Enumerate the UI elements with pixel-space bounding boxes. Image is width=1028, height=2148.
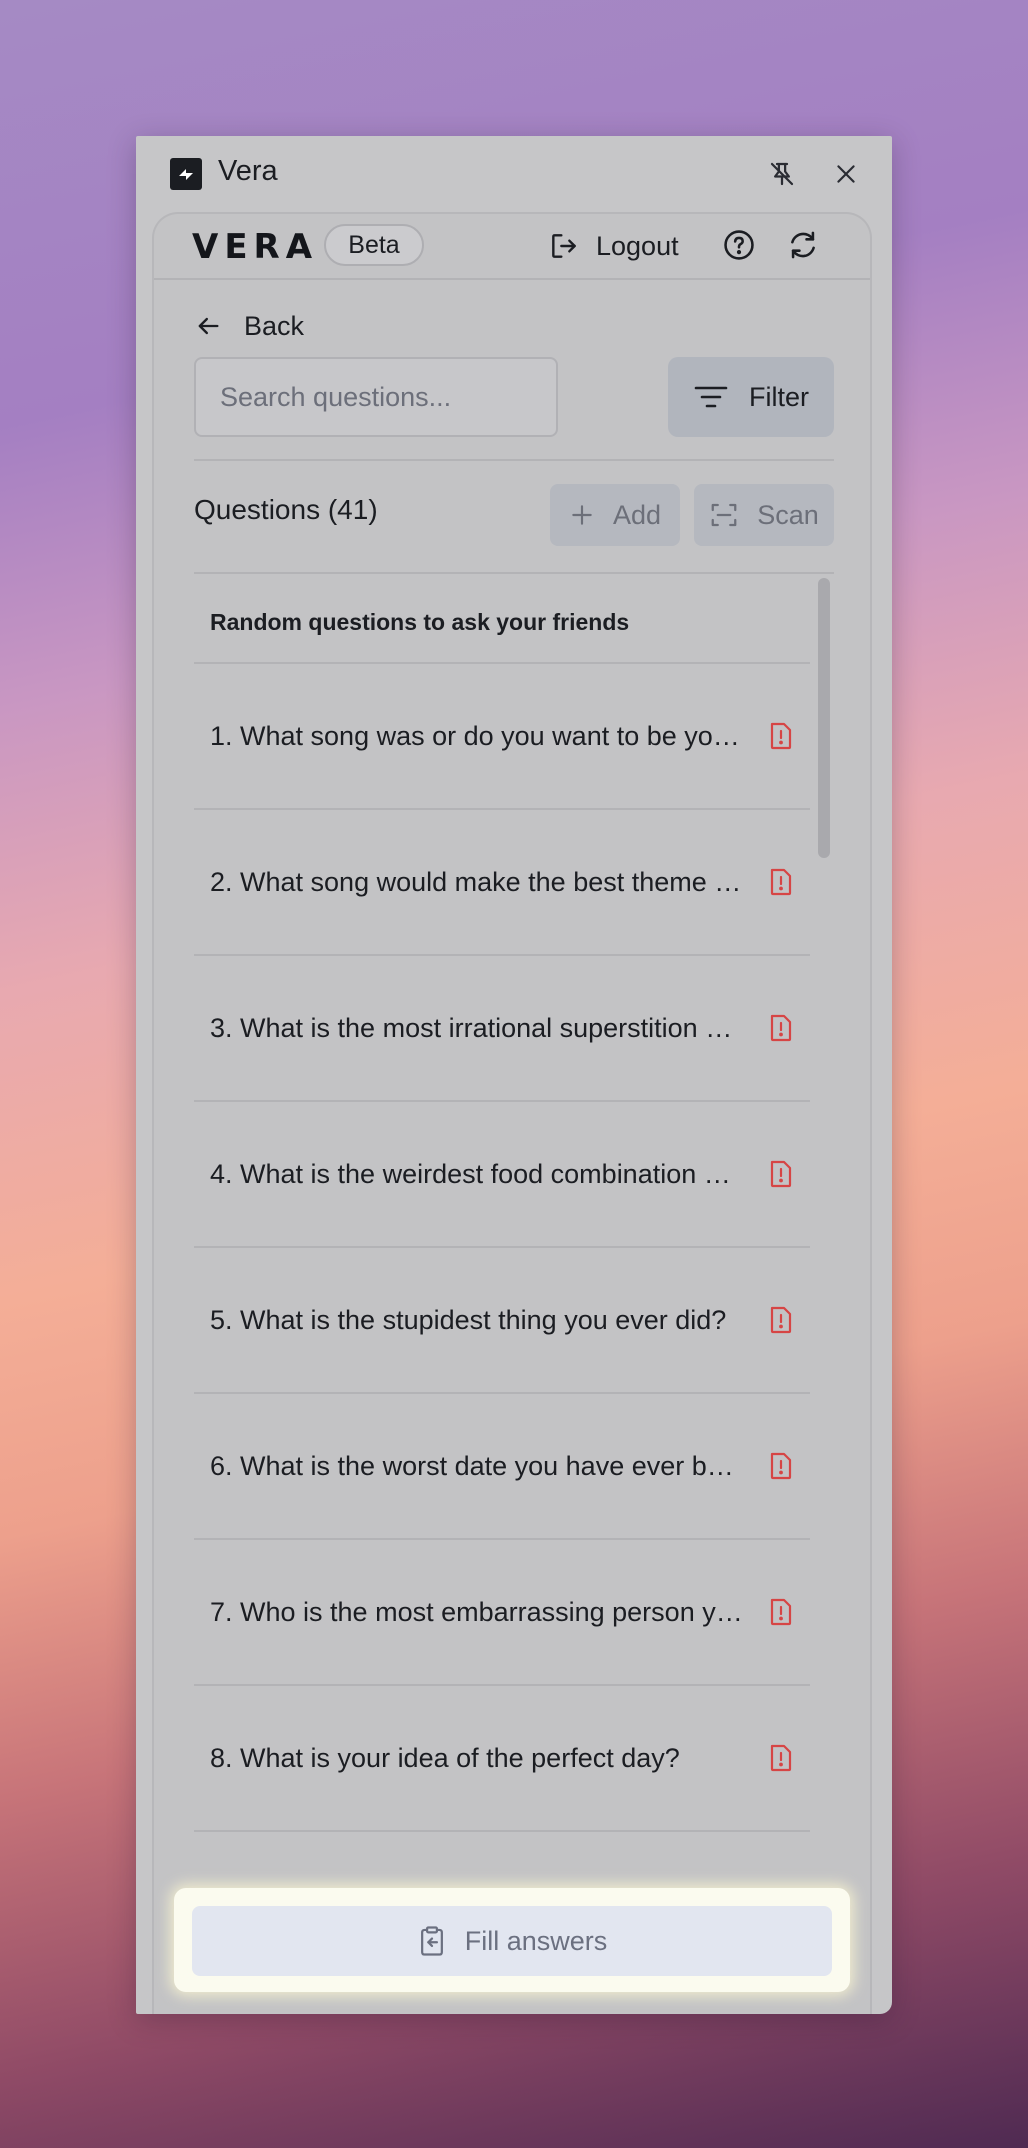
question-row[interactable]: 4. What is the weirdest food combination… — [194, 1102, 810, 1248]
unanswered-alert-icon — [764, 865, 798, 899]
window-title: Vera — [218, 155, 278, 187]
scan-label: Scan — [757, 499, 819, 530]
help-circle-icon[interactable] — [722, 228, 756, 262]
brand-logo: VERA — [192, 227, 319, 267]
clipboard-import-icon — [417, 1925, 447, 1957]
logout-button[interactable]: Logout — [548, 226, 679, 266]
beta-badge: Beta — [324, 224, 424, 266]
vera-window: Vera VERA Beta Logout Back Search questi… — [136, 136, 892, 2014]
filter-label: Filter — [749, 381, 809, 412]
unanswered-alert-icon — [764, 719, 798, 753]
question-row[interactable]: 2. What song would make the best theme m… — [194, 810, 810, 956]
question-text: 8. What is your idea of the perfect day? — [210, 1742, 680, 1773]
question-group-title: Random questions to ask your friends — [194, 574, 810, 664]
add-question-button[interactable]: Add — [550, 484, 680, 546]
scan-button[interactable]: Scan — [694, 484, 834, 546]
logout-label: Logout — [596, 230, 679, 261]
question-list: Random questions to ask your friends 1. … — [194, 574, 810, 1832]
scan-icon — [709, 500, 739, 530]
question-row[interactable]: 1. What song was or do you want to be yo… — [194, 664, 810, 810]
unanswered-alert-icon — [764, 1449, 798, 1483]
toolbar-divider — [194, 459, 834, 461]
questions-count: Questions (41) — [194, 494, 378, 525]
question-text: 1. What song was or do you want to be yo… — [210, 720, 744, 751]
vera-logo-icon — [170, 158, 202, 190]
list-scrollbar[interactable] — [818, 578, 830, 858]
question-text: 6. What is the worst date you have ever … — [210, 1450, 744, 1481]
arrow-left-icon — [194, 312, 222, 340]
search-input[interactable] — [220, 381, 532, 413]
unanswered-alert-icon — [764, 1595, 798, 1629]
question-text: 7. Who is the most embarrassing person y… — [210, 1596, 744, 1627]
question-row[interactable]: 8. What is your idea of the perfect day? — [194, 1686, 810, 1832]
question-row[interactable]: 3. What is the most irrational superstit… — [194, 956, 810, 1102]
question-text: 5. What is the stupidest thing you ever … — [210, 1304, 727, 1335]
question-row[interactable]: 5. What is the stupidest thing you ever … — [194, 1248, 810, 1394]
question-text: 4. What is the weirdest food combination… — [210, 1158, 744, 1189]
logout-icon — [548, 230, 580, 262]
close-icon[interactable] — [830, 158, 862, 190]
unanswered-alert-icon — [764, 1011, 798, 1045]
search-field[interactable] — [194, 357, 558, 437]
back-label: Back — [244, 310, 305, 341]
filter-button[interactable]: Filter — [668, 357, 834, 437]
pin-off-icon[interactable] — [766, 158, 798, 190]
fill-answers-button[interactable]: Fill answers — [192, 1906, 832, 1976]
add-label: Add — [612, 499, 662, 530]
question-text: 3. What is the most irrational superstit… — [210, 1012, 744, 1043]
back-button[interactable]: Back — [194, 306, 304, 346]
header-divider — [154, 278, 870, 280]
unanswered-alert-icon — [764, 1741, 798, 1775]
question-row[interactable]: 6. What is the worst date you have ever … — [194, 1394, 810, 1540]
fill-answers-label: Fill answers — [464, 1925, 608, 1956]
question-text: 2. What song would make the best theme m… — [210, 866, 744, 897]
question-row[interactable]: 7. Who is the most embarrassing person y… — [194, 1540, 810, 1686]
refresh-icon[interactable] — [786, 228, 820, 262]
main-panel: VERA Beta Logout Back Search questions..… — [152, 212, 872, 2014]
unanswered-alert-icon — [764, 1303, 798, 1337]
title-bar: Vera — [136, 136, 892, 212]
filter-lines-icon — [693, 382, 729, 412]
unanswered-alert-icon — [764, 1157, 798, 1191]
plus-icon — [569, 502, 595, 528]
